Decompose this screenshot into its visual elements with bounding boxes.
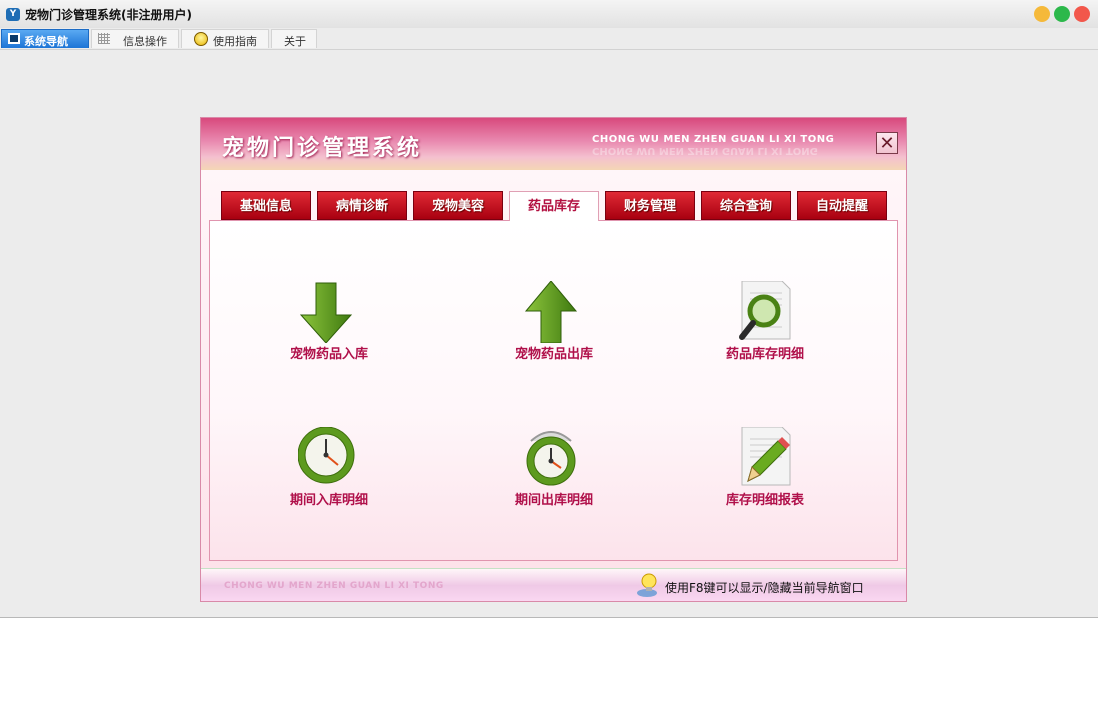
menu-tab-bar: 系统导航 信息操作 使用指南 关于 xyxy=(0,28,1098,50)
tab-label: 关于 xyxy=(284,35,306,48)
tile-label: 库存明细报表 xyxy=(725,493,804,508)
tile-label: 宠物药品入库 xyxy=(289,347,368,362)
tab-finance[interactable]: 财务管理 xyxy=(605,191,695,220)
pencil-document-icon xyxy=(734,426,796,489)
tab-label: 系统导航 xyxy=(24,35,68,48)
minimize-button[interactable] xyxy=(1034,6,1050,22)
down-arrow-icon xyxy=(298,281,360,344)
tab-auto-reminder[interactable]: 自动提醒 xyxy=(797,191,887,220)
tile-medicine-outbound[interactable]: 宠物药品出库 xyxy=(479,280,629,381)
panel-footer: CHONG WU MEN ZHEN GUAN LI XI TONG 使用F8键可… xyxy=(201,568,906,601)
title-bar: Y 宠物门诊管理系统(非注册用户) xyxy=(0,0,1098,28)
tile-period-inbound-detail[interactable]: 期间入库明细 xyxy=(254,426,404,527)
tile-label: 宠物药品出库 xyxy=(514,347,593,362)
magnifier-document-icon xyxy=(734,280,796,343)
footer-brand-text: CHONG WU MEN ZHEN GUAN LI XI TONG xyxy=(224,581,444,591)
tile-period-outbound-detail[interactable]: 期间出库明细 xyxy=(479,427,629,527)
tab-system-navigation[interactable]: 系统导航 xyxy=(1,29,89,48)
panel-header: 宠物门诊管理系统 CHONG WU MEN ZHEN GUAN LI XI TO… xyxy=(201,118,906,170)
grid-icon xyxy=(98,33,110,44)
tab-grooming[interactable]: 宠物美容 xyxy=(413,191,503,220)
panel-title: 宠物门诊管理系统 xyxy=(222,135,423,161)
tab-info-operations[interactable]: 信息操作 xyxy=(91,29,179,48)
tab-label: 使用指南 xyxy=(213,35,257,48)
close-window-button[interactable] xyxy=(1074,6,1090,22)
tile-inventory-detail[interactable]: 药品库存明细 xyxy=(690,280,840,381)
tab-about[interactable]: 关于 xyxy=(271,29,317,48)
tab-general-query[interactable]: 综合查询 xyxy=(701,191,791,220)
bulb-icon xyxy=(194,32,208,46)
window-title: 宠物门诊管理系统(非注册用户) xyxy=(25,8,192,22)
app-logo-icon: Y xyxy=(6,8,20,21)
up-arrow-icon xyxy=(523,280,585,344)
tab-content-area: 宠物药品入库 宠物药品出库 药品库存明细 期间入库明细 期间出库明细 库存明细报… xyxy=(209,220,898,561)
maximize-button[interactable] xyxy=(1054,6,1070,22)
alarm-clock-icon xyxy=(523,427,585,489)
tab-user-guide[interactable]: 使用指南 xyxy=(181,29,269,48)
footer-hint-text: 使用F8键可以显示/隐藏当前导航窗口 xyxy=(665,581,864,595)
tile-inventory-report[interactable]: 库存明细报表 xyxy=(690,426,840,527)
tab-diagnosis[interactable]: 病情诊断 xyxy=(317,191,407,220)
tab-label: 信息操作 xyxy=(123,35,167,48)
navigation-panel: 宠物门诊管理系统 CHONG WU MEN ZHEN GUAN LI XI TO… xyxy=(200,117,907,602)
tab-basic-info[interactable]: 基础信息 xyxy=(221,191,311,220)
tab-medicine-inventory[interactable]: 药品库存 xyxy=(509,191,599,221)
app-window: Y 宠物门诊管理系统(非注册用户) 系统导航 信息操作 使用指南 关于 宠物门诊… xyxy=(0,0,1098,618)
tile-label: 药品库存明细 xyxy=(725,347,804,362)
panel-subtitle: CHONG WU MEN ZHEN GUAN LI XI TONG xyxy=(592,134,835,145)
tile-label: 期间出库明细 xyxy=(514,493,593,508)
tile-label: 期间入库明细 xyxy=(289,493,368,508)
lightbulb-user-icon xyxy=(635,572,661,598)
clock-icon xyxy=(297,426,360,489)
monitor-icon xyxy=(8,33,20,44)
panel-close-button[interactable]: ✕ xyxy=(876,132,898,154)
panel-subtitle-reflection: CHONG WU MEN ZHEN GUAN LI XI TONG xyxy=(592,145,818,156)
tile-medicine-inbound[interactable]: 宠物药品入库 xyxy=(254,281,404,381)
